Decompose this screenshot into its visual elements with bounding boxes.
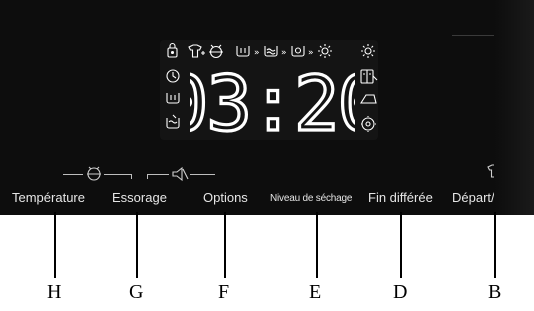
wardrobe-icon (360, 69, 378, 84)
temperature-button-label: Température (12, 190, 85, 205)
iron-icon (360, 94, 377, 104)
options-button-label: Options (203, 190, 248, 205)
callout-letter-d: D (393, 281, 408, 303)
callout-line-f (224, 212, 226, 278)
spin-button-label: Essorage (112, 190, 167, 205)
options-button[interactable]: Options (203, 180, 258, 214)
drying-level-button-label: Niveau de séchage (270, 193, 353, 204)
delay-end-button[interactable]: Fin différée (368, 180, 440, 214)
tub-icon (166, 93, 180, 104)
panel-divider-line (452, 35, 534, 36)
shirt-icon (487, 164, 503, 178)
time-display: 03:20 (190, 68, 355, 136)
callout-letter-h: H (47, 281, 62, 303)
temperature-group-line-right (104, 174, 132, 175)
start-pause-button[interactable]: Départ/Pause (452, 180, 534, 214)
display-icons-right-column (360, 69, 378, 132)
child-lock-icon (167, 42, 178, 58)
rinse-icon (166, 114, 180, 129)
callout-line-d (400, 212, 402, 278)
steam-shirt-icon (188, 44, 205, 58)
temperature-group-line-left (63, 174, 83, 175)
control-panel: » » » 3:2 Température Essorage Options N… (0, 0, 534, 215)
mute-icon (172, 166, 189, 182)
callout-line-h (54, 212, 56, 278)
wash-icon (264, 46, 278, 57)
callout-line-b (494, 212, 496, 278)
temperature-group-tick (131, 174, 132, 179)
callout-line-g (136, 212, 138, 278)
drying-level-button[interactable]: Niveau de séchage (270, 180, 360, 214)
delay-end-button-label: Fin différée (368, 190, 433, 205)
prewash-icon (236, 46, 250, 57)
spin-group-line-left (147, 174, 169, 175)
start-pause-button-label: Départ/Pause (452, 190, 532, 205)
callout-letter-b: B (488, 281, 502, 303)
callout-line-e (316, 212, 318, 278)
callout-letter-f: F (218, 281, 230, 303)
extra-dry-icon (361, 44, 375, 58)
spin-group-line-right (190, 174, 215, 175)
allergy-icon (209, 44, 223, 59)
sun-icon (318, 44, 332, 58)
arrow-icon: » (254, 48, 260, 58)
display-icons-top-row: » » » (167, 42, 375, 59)
arrow-icon: » (281, 48, 287, 58)
callout-letter-e: E (309, 281, 322, 303)
spin-icon (291, 46, 305, 57)
delay-icon (361, 116, 376, 132)
temperature-button[interactable]: Température (12, 180, 92, 214)
callout-letter-g: G (129, 281, 144, 303)
clock-icon (166, 69, 180, 83)
time-display-text: 03:20 (190, 68, 355, 136)
arrow-icon: » (308, 48, 314, 58)
display-icons-left-column (166, 69, 180, 129)
spin-button[interactable]: Essorage (112, 180, 172, 214)
